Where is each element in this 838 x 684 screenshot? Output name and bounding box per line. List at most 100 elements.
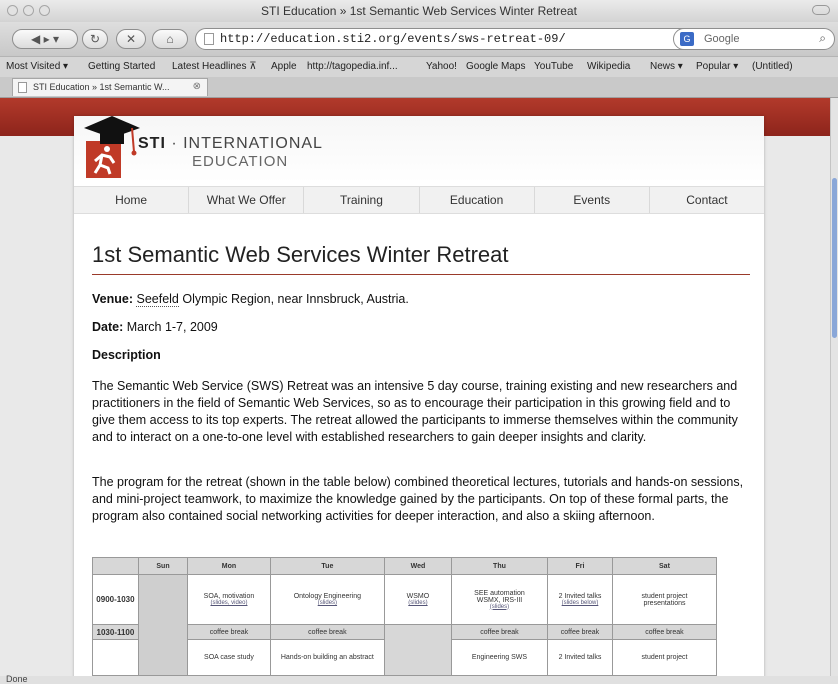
break-cell: coffee break [187,624,271,640]
time-cell: 0900-1030 [92,574,139,625]
menu-home[interactable]: Home [74,187,190,213]
scrollbar-thumb[interactable] [832,178,837,338]
url-text: http://education.sti2.org/events/sws-ret… [220,32,566,46]
menu-training[interactable]: Training [304,187,420,213]
bookmark-apple[interactable]: Apple [271,61,297,72]
toolbar-toggle-button[interactable] [812,5,830,15]
sat-cell: student project presentations [611,574,718,625]
menu-what-we-offer[interactable]: What We Offer [189,187,305,213]
mon-cell: SOA case study [187,639,271,676]
bookmark-news[interactable]: News ▾ [650,61,683,72]
schedule-table: Sun Mon Tue Wed Thu Fri Sat 0900-1030 SO… [92,557,718,676]
window-title: STI Education » 1st Semantic Web Service… [261,4,577,18]
reload-button[interactable]: ↻ [82,29,108,49]
header-sun: Sun [137,557,189,575]
bookmark-popular[interactable]: Popular ▾ [696,61,738,72]
bookmark-youtube[interactable]: YouTube [534,61,573,72]
menu-education[interactable]: Education [420,187,535,213]
tab-label: STI Education » 1st Semantic W... [33,82,170,92]
slides-note: (slides below) [561,600,599,606]
header-fri: Fri [547,557,613,575]
bookmark-most-visited[interactable]: Most Visited ▾ [6,61,68,72]
back-arrow-icon[interactable]: ◀ [31,32,40,46]
session-title: student project [641,592,688,600]
slides-link[interactable]: (slides) [272,600,383,606]
tab-close-icon[interactable]: ⊗ [193,81,201,92]
home-button[interactable]: ⌂ [152,29,188,49]
brand-international: · INTERNATIONAL [165,135,323,152]
bookmark-getting-started[interactable]: Getting Started [88,61,155,72]
page-container: STI · INTERNATIONAL EDUCATION Home What … [74,116,764,676]
sat-cell: student project [611,639,718,676]
fri-cell: 2 Invited talks [547,639,613,676]
session-title: Ontology Engineering [293,593,362,600]
graduation-cap-icon [84,116,140,156]
session-title: WSMO [406,593,430,600]
header-mon: Mon [187,557,271,575]
bookmarks-toolbar: Most Visited ▾ Getting Started Latest He… [0,56,838,78]
bookmark-tagopedia[interactable]: http://tagopedia.inf... [307,61,398,72]
reload-icon: ↻ [89,32,101,46]
status-text: Done [6,674,28,684]
bookmark-google-maps[interactable]: Google Maps [466,61,525,72]
session-title: presentations [643,599,686,607]
time-cell: 1030-1100 [92,624,139,640]
tue-cell: Ontology Engineering (slides) [269,574,386,625]
time-cell [92,639,139,676]
slides-link[interactable]: (slides, video) [189,600,269,606]
brand-name: STI · INTERNATIONAL [138,135,323,153]
search-placeholder: Google [704,33,740,45]
bookmark-wikipedia[interactable]: Wikipedia [587,61,630,72]
menu-contact[interactable]: Contact [650,187,764,213]
search-bar[interactable]: G Google ⌕ [673,28,835,50]
break-cell: coffee break [547,624,613,640]
break-cell: coffee break [611,624,718,640]
description-paragraph-1: The Semantic Web Service (SWS) Retreat w… [92,379,738,444]
google-logo-icon[interactable]: G [680,32,694,46]
table-row: 0900-1030 SOA, motivation (slides, video)… [92,574,718,676]
session-title: SOA, motivation [203,593,255,600]
date-line: Date: March 1-7, 2009 [92,319,750,336]
magnifier-icon[interactable]: ⌕ [819,31,826,46]
slides-link[interactable]: (slides) [386,600,450,606]
slides-link[interactable]: (slides) [453,604,546,610]
session-title: 2 Invited talks [558,593,602,600]
page-title: 1st Semantic Web Services Winter Retreat [92,242,750,275]
tue-cell: Hands-on building an abstract [269,639,386,676]
description-paragraph-2: The program for the retreat (shown in th… [92,475,744,523]
address-bar[interactable]: http://education.sti2.org/events/sws-ret… [195,28,704,50]
break-cell: coffee break [269,624,386,640]
break-cell: coffee break [450,624,549,640]
venue-text: Olympic Region, near Innsbruck, Austria. [178,292,409,306]
wed-cell: WSMO (slides) [384,574,452,625]
bookmark-yahoo[interactable]: Yahoo! [426,61,457,72]
menu-events[interactable]: Events [535,187,650,213]
header-tue: Tue [269,557,386,575]
session-title: SEE automation [474,589,525,597]
brand-education: EDUCATION [192,153,289,170]
header-sat: Sat [611,557,718,575]
stop-button[interactable]: ✕ [116,29,146,49]
back-forward-buttons[interactable]: ◀ ▸ ▾ [12,29,78,49]
brand-sti: STI [138,135,166,152]
tab-sti-education[interactable]: STI Education » 1st Semantic W... ⊗ [12,78,208,96]
description-heading: Description [92,348,161,362]
main-menu: Home What We Offer Training Education Ev… [74,186,764,214]
thu-cell: SEE automation WSMX, IRS-III (slides) [450,574,549,625]
wednesday-afternoon-cell [384,624,452,676]
header-thu: Thu [450,557,549,575]
bookmark-latest-headlines[interactable]: Latest Headlines ⊼ [172,61,257,72]
bookmark-untitled[interactable]: (Untitled) [752,61,793,72]
stop-icon: ✕ [125,32,137,46]
navigation-toolbar: ◀ ▸ ▾ ↻ ✕ ⌂ http://education.sti2.org/ev… [0,22,838,56]
venue-label: Venue: [92,292,133,306]
vertical-scrollbar[interactable] [830,98,838,676]
date-label: Date: [92,320,124,334]
date-value: March 1-7, 2009 [123,320,218,334]
venue-link[interactable]: Seefeld [136,292,179,307]
header-wed: Wed [384,557,452,575]
header-time [92,557,139,575]
home-icon: ⌂ [166,32,174,46]
thu-cell: Engineering SWS [450,639,549,676]
schedule-header-row: Sun Mon Tue Wed Thu Fri Sat [92,557,718,575]
